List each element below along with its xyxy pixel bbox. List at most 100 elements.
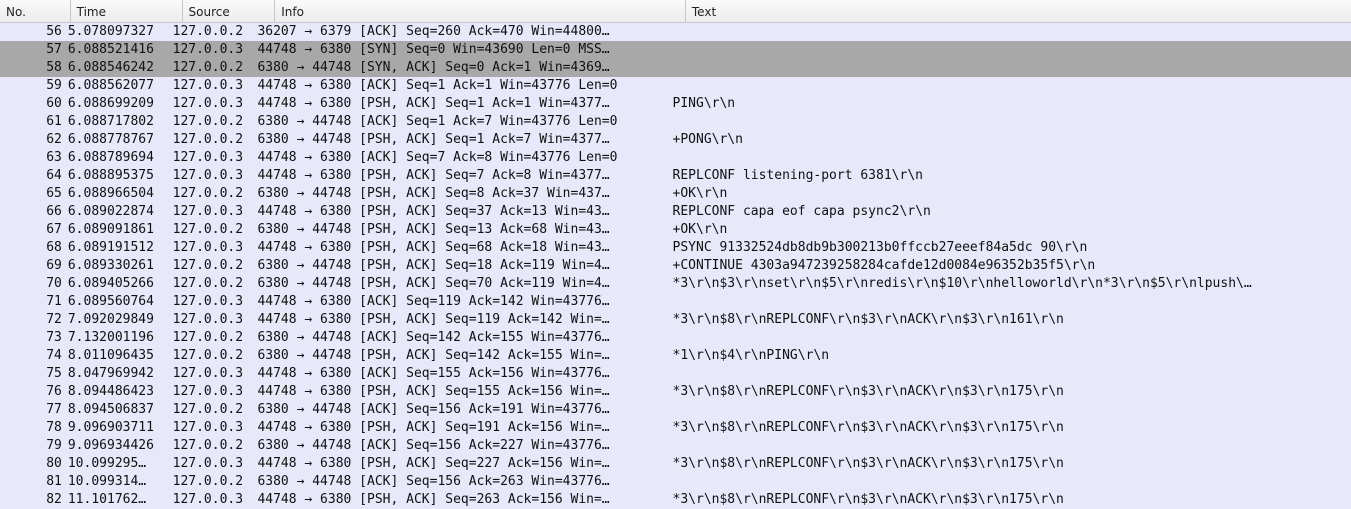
table-row[interactable]: 646.088895375127.0.0.344748 → 6380 [PSH,… [0, 167, 1351, 185]
cell-time: 7.092029849 [68, 311, 173, 329]
table-row[interactable]: 768.094486423127.0.0.344748 → 6380 [PSH,… [0, 383, 1351, 401]
cell-time: 6.088699209 [68, 95, 173, 113]
cell-time: 6.089560764 [68, 293, 173, 311]
cell-info: 44748 → 6380 [PSH, ACK] Seq=263 Ack=156 … [257, 491, 672, 509]
cell-info: 44748 → 6380 [PSH, ACK] Seq=7 Ack=8 Win=… [257, 167, 672, 185]
table-row[interactable]: 676.089091861127.0.0.26380 → 44748 [PSH,… [0, 221, 1351, 239]
cell-no: 60 [2, 95, 68, 113]
table-row[interactable]: 636.088789694127.0.0.344748 → 6380 [ACK]… [0, 149, 1351, 167]
table-row[interactable]: 616.088717802127.0.0.26380 → 44748 [ACK]… [0, 113, 1351, 131]
cell-time: 10.099314… [68, 473, 173, 491]
cell-source: 127.0.0.3 [173, 419, 258, 437]
cell-text [673, 293, 1351, 311]
cell-no: 76 [2, 383, 68, 401]
cell-source: 127.0.0.3 [173, 311, 258, 329]
cell-source: 127.0.0.2 [173, 401, 258, 419]
cell-info: 6380 → 44748 [PSH, ACK] Seq=18 Ack=119 W… [257, 257, 672, 275]
cell-source: 127.0.0.3 [173, 203, 258, 221]
cell-source: 127.0.0.3 [173, 491, 258, 509]
table-row[interactable]: 656.088966504127.0.0.26380 → 44748 [PSH,… [0, 185, 1351, 203]
cell-time: 7.132001196 [68, 329, 173, 347]
cell-source: 127.0.0.2 [173, 23, 258, 41]
cell-no: 68 [2, 239, 68, 257]
cell-time: 10.099295… [68, 455, 173, 473]
table-row[interactable]: 727.092029849127.0.0.344748 → 6380 [PSH,… [0, 311, 1351, 329]
table-row[interactable]: 758.047969942127.0.0.344748 → 6380 [ACK]… [0, 365, 1351, 383]
table-row[interactable]: 696.089330261127.0.0.26380 → 44748 [PSH,… [0, 257, 1351, 275]
cell-info: 6380 → 44748 [PSH, ACK] Seq=13 Ack=68 Wi… [257, 221, 672, 239]
cell-source: 127.0.0.2 [173, 329, 258, 347]
cell-text [673, 77, 1351, 95]
cell-no: 72 [2, 311, 68, 329]
cell-source: 127.0.0.3 [173, 365, 258, 383]
table-row[interactable]: 606.088699209127.0.0.344748 → 6380 [PSH,… [0, 95, 1351, 113]
cell-info: 44748 → 6380 [ACK] Seq=119 Ack=142 Win=4… [257, 293, 672, 311]
column-header-time[interactable]: Time [71, 0, 183, 22]
cell-info: 44748 → 6380 [ACK] Seq=1 Ack=1 Win=43776… [257, 77, 672, 95]
cell-no: 73 [2, 329, 68, 347]
table-row[interactable]: 716.089560764127.0.0.344748 → 6380 [ACK]… [0, 293, 1351, 311]
cell-text: +OK\r\n [673, 185, 1351, 203]
cell-info: 6380 → 44748 [ACK] Seq=156 Ack=263 Win=4… [257, 473, 672, 491]
column-header-text[interactable]: Text [686, 0, 1351, 22]
cell-text: REPLCONF listening-port 6381\r\n [673, 167, 1351, 185]
cell-text [673, 149, 1351, 167]
table-row[interactable]: 666.089022874127.0.0.344748 → 6380 [PSH,… [0, 203, 1351, 221]
cell-info: 6380 → 44748 [PSH, ACK] Seq=1 Ack=7 Win=… [257, 131, 672, 149]
cell-time: 6.088521416 [68, 41, 173, 59]
table-row[interactable]: 565.078097327127.0.0.236207 → 6379 [ACK]… [0, 23, 1351, 41]
cell-text [673, 437, 1351, 455]
table-row[interactable]: 799.096934426127.0.0.26380 → 44748 [ACK]… [0, 437, 1351, 455]
table-row[interactable]: 686.089191512127.0.0.344748 → 6380 [PSH,… [0, 239, 1351, 257]
cell-time: 6.089091861 [68, 221, 173, 239]
cell-text: *3\r\n$8\r\nREPLCONF\r\n$3\r\nACK\r\n$3\… [673, 311, 1351, 329]
cell-no: 65 [2, 185, 68, 203]
table-row[interactable]: 778.094506837127.0.0.26380 → 44748 [ACK]… [0, 401, 1351, 419]
table-row[interactable]: 8110.099314…127.0.0.26380 → 44748 [ACK] … [0, 473, 1351, 491]
column-header-row: No. Time Source Info Text [0, 0, 1351, 23]
table-row[interactable]: 737.132001196127.0.0.26380 → 44748 [ACK]… [0, 329, 1351, 347]
table-row[interactable]: 706.089405266127.0.0.26380 → 44748 [PSH,… [0, 275, 1351, 293]
cell-text: +CONTINUE 4303a947239258284cafde12d0084e… [673, 257, 1351, 275]
column-header-info[interactable]: Info [275, 0, 686, 22]
cell-no: 70 [2, 275, 68, 293]
cell-time: 6.088546242 [68, 59, 173, 77]
column-header-no[interactable]: No. [0, 0, 71, 22]
table-row[interactable]: 586.088546242127.0.0.26380 → 44748 [SYN,… [0, 59, 1351, 77]
cell-source: 127.0.0.2 [173, 131, 258, 149]
cell-text: *3\r\n$8\r\nREPLCONF\r\n$3\r\nACK\r\n$3\… [673, 455, 1351, 473]
cell-no: 79 [2, 437, 68, 455]
table-row[interactable]: 596.088562077127.0.0.344748 → 6380 [ACK]… [0, 77, 1351, 95]
cell-source: 127.0.0.3 [173, 293, 258, 311]
cell-source: 127.0.0.3 [173, 95, 258, 113]
cell-text [673, 473, 1351, 491]
cell-info: 44748 → 6380 [PSH, ACK] Seq=68 Ack=18 Wi… [257, 239, 672, 257]
cell-text [673, 113, 1351, 131]
cell-no: 74 [2, 347, 68, 365]
table-row[interactable]: 626.088778767127.0.0.26380 → 44748 [PSH,… [0, 131, 1351, 149]
table-row[interactable]: 8010.099295…127.0.0.344748 → 6380 [PSH, … [0, 455, 1351, 473]
cell-text: +OK\r\n [673, 221, 1351, 239]
table-row[interactable]: 789.096903711127.0.0.344748 → 6380 [PSH,… [0, 419, 1351, 437]
cell-time: 9.096903711 [68, 419, 173, 437]
column-header-source[interactable]: Source [183, 0, 276, 22]
cell-info: 44748 → 6380 [PSH, ACK] Seq=1 Ack=1 Win=… [257, 95, 672, 113]
cell-time: 6.088789694 [68, 149, 173, 167]
cell-source: 127.0.0.2 [173, 113, 258, 131]
cell-no: 67 [2, 221, 68, 239]
packet-list[interactable]: No. Time Source Info Text 565.0780973271… [0, 0, 1351, 509]
cell-source: 127.0.0.3 [173, 149, 258, 167]
cell-text: *3\r\n$8\r\nREPLCONF\r\n$3\r\nACK\r\n$3\… [673, 419, 1351, 437]
cell-no: 81 [2, 473, 68, 491]
cell-source: 127.0.0.2 [173, 473, 258, 491]
cell-info: 6380 → 44748 [PSH, ACK] Seq=8 Ack=37 Win… [257, 185, 672, 203]
cell-info: 6380 → 44748 [PSH, ACK] Seq=142 Ack=155 … [257, 347, 672, 365]
cell-info: 6380 → 44748 [ACK] Seq=156 Ack=191 Win=4… [257, 401, 672, 419]
cell-text: REPLCONF capa eof capa psync2\r\n [673, 203, 1351, 221]
cell-text: *3\r\n$8\r\nREPLCONF\r\n$3\r\nACK\r\n$3\… [673, 491, 1351, 509]
table-row[interactable]: 748.011096435127.0.0.26380 → 44748 [PSH,… [0, 347, 1351, 365]
cell-no: 66 [2, 203, 68, 221]
table-row[interactable]: 8211.101762…127.0.0.344748 → 6380 [PSH, … [0, 491, 1351, 509]
cell-time: 8.094506837 [68, 401, 173, 419]
table-row[interactable]: 576.088521416127.0.0.344748 → 6380 [SYN]… [0, 41, 1351, 59]
